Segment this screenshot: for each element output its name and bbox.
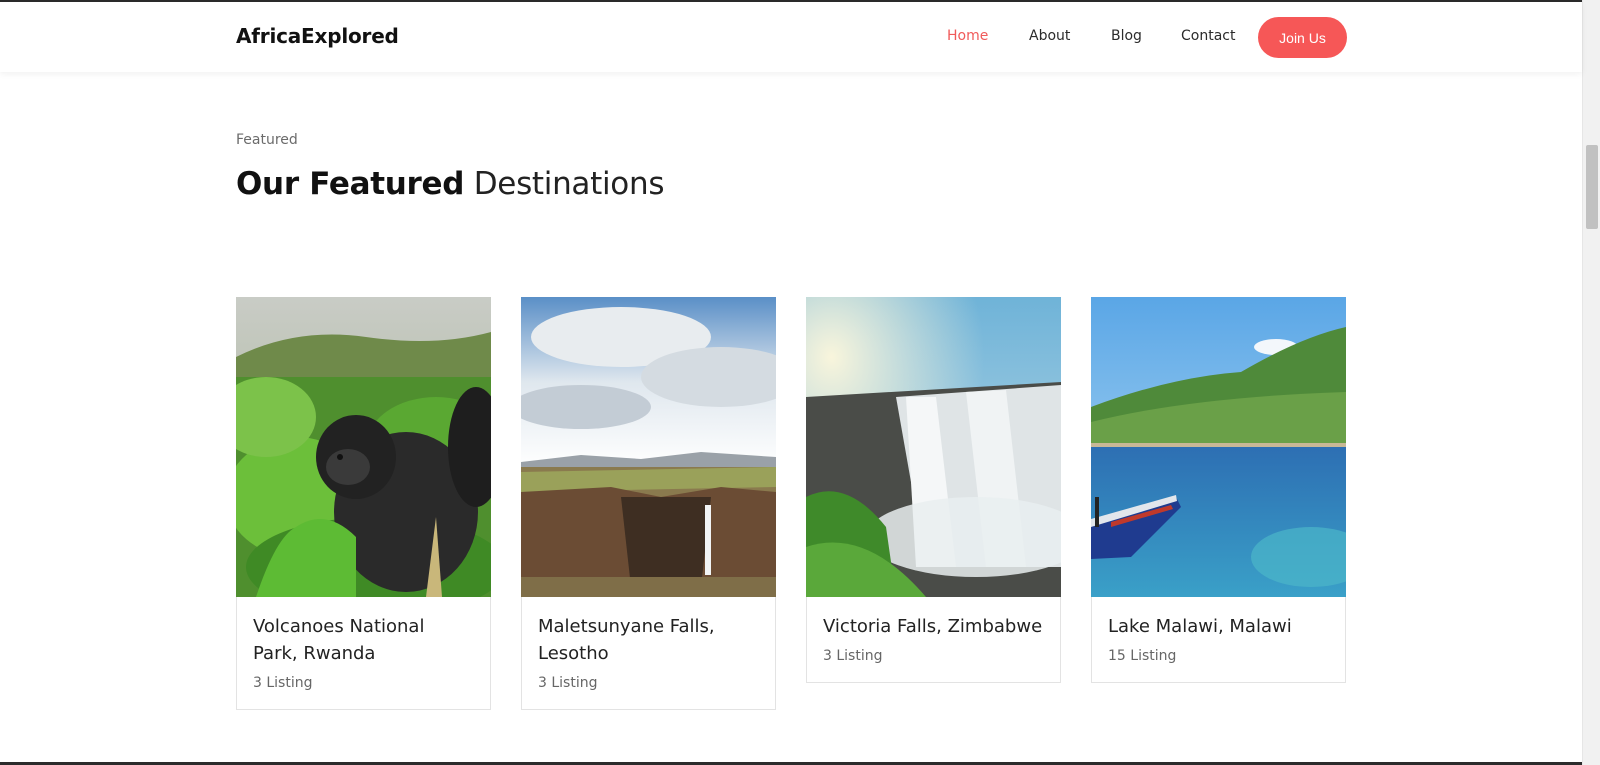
join-us-button[interactable]: Join Us: [1258, 17, 1347, 58]
page: AfricaExplored Home About Blog Contact J…: [0, 0, 1600, 765]
brand-logo[interactable]: AfricaExplored: [236, 24, 399, 48]
card-body: Maletsunyane Falls, Lesotho 3 Listing: [522, 597, 775, 709]
card-body: Volcanoes National Park, Rwanda 3 Listin…: [237, 597, 490, 709]
card-title[interactable]: Victoria Falls, Zimbabwe: [823, 613, 1044, 640]
scrollbar-thumb[interactable]: [1586, 145, 1598, 229]
canyon-waterfall-photo: [521, 297, 776, 597]
nav-about-link[interactable]: About: [1029, 28, 1070, 44]
section-title-bold: Our Featured: [236, 166, 465, 202]
navbar: AfricaExplored Home About Blog Contact J…: [0, 2, 1582, 72]
card-listing-count: 15 Listing: [1108, 648, 1177, 664]
section-kicker: Featured: [236, 132, 298, 148]
card-listing-count: 3 Listing: [538, 675, 598, 691]
waterfall-photo: [806, 297, 1061, 597]
card-title[interactable]: Maletsunyane Falls, Lesotho: [538, 613, 759, 667]
destination-card[interactable]: Lake Malawi, Malawi 15 Listing: [1091, 297, 1346, 683]
section-title-light: Destinations: [464, 166, 665, 202]
nav-blog-link[interactable]: Blog: [1111, 28, 1142, 44]
card-listing-count: 3 Listing: [823, 648, 883, 664]
card-listing-count: 3 Listing: [253, 675, 313, 691]
lake-boat-photo: [1091, 297, 1346, 597]
destination-card[interactable]: Victoria Falls, Zimbabwe 3 Listing: [806, 297, 1061, 683]
nav-contact-link[interactable]: Contact: [1181, 28, 1235, 44]
card-title[interactable]: Lake Malawi, Malawi: [1108, 613, 1329, 640]
destination-card[interactable]: Maletsunyane Falls, Lesotho 3 Listing: [521, 297, 776, 710]
section-title: Our Featured Destinations: [236, 166, 664, 202]
card-body: Lake Malawi, Malawi 15 Listing: [1092, 597, 1345, 682]
nav-home-link[interactable]: Home: [947, 28, 988, 44]
card-body: Victoria Falls, Zimbabwe 3 Listing: [807, 597, 1060, 682]
vertical-scrollbar[interactable]: [1582, 0, 1600, 765]
destination-card[interactable]: Volcanoes National Park, Rwanda 3 Listin…: [236, 297, 491, 710]
card-title[interactable]: Volcanoes National Park, Rwanda: [253, 613, 474, 667]
gorilla-photo: [236, 297, 491, 597]
